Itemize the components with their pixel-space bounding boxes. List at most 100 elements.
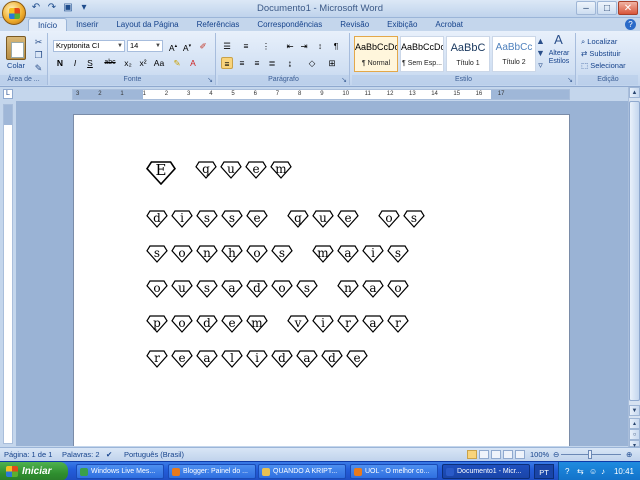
letter-glyph: i xyxy=(362,245,384,263)
prev-page-icon[interactable]: ▴ xyxy=(629,418,640,429)
tab-inicio[interactable]: Início xyxy=(28,18,68,32)
taskbar-item[interactable]: Documento1 - Micr... xyxy=(442,464,530,479)
style-heading-2[interactable]: AaBbCc Título 2 xyxy=(492,36,536,72)
help-tray-icon[interactable]: ? xyxy=(565,462,569,480)
tab-exibicao[interactable]: Exibição xyxy=(378,18,426,32)
outline-icon[interactable] xyxy=(503,450,513,459)
zoom-out-icon[interactable]: ⊖ xyxy=(553,448,559,461)
sort-icon[interactable]: ↕ xyxy=(314,40,326,52)
change-styles-icon[interactable]: A xyxy=(553,33,564,49)
web-layout-icon[interactable] xyxy=(491,450,501,459)
shrink-font-icon[interactable]: A▾ xyxy=(181,40,193,53)
change-case-button[interactable]: Aa xyxy=(152,57,166,69)
zoom-level[interactable]: 100% xyxy=(530,448,549,461)
taskbar-item[interactable]: Blogger: Painel do ... xyxy=(168,464,256,479)
document-page[interactable]: EEquemquemdissedissequequeosossonhossonh… xyxy=(73,114,570,446)
tab-layout[interactable]: Layout da Página xyxy=(107,18,187,32)
bold-button[interactable]: N xyxy=(54,57,66,69)
select-button[interactable]: ⬚ Selecionar xyxy=(581,61,626,70)
shading-icon[interactable]: ◇ xyxy=(306,57,318,69)
browse-object-icon[interactable]: ○ xyxy=(629,429,640,440)
strikethrough-button[interactable]: abc xyxy=(102,57,118,69)
chevron-down-icon[interactable]: ▼ xyxy=(155,41,161,51)
style-heading-1[interactable]: AaBbC Título 1 xyxy=(446,36,490,72)
replace-button[interactable]: ⇄ Substituir xyxy=(581,49,621,58)
tab-inserir[interactable]: Inserir xyxy=(67,18,107,32)
horizontal-ruler[interactable]: 3 2 1 1 2 3 4 5 6 7 8 9 10 11 12 13 14 15 16 17 xyxy=(72,89,570,100)
taskbar-item[interactable]: Windows Live Mes... xyxy=(76,464,164,479)
taskbar-item[interactable]: UOL - O melhor co... xyxy=(350,464,438,479)
tab-correspondencias[interactable]: Correspondências xyxy=(248,18,331,32)
next-page-icon[interactable]: ▾ xyxy=(629,440,640,449)
vertical-scrollbar[interactable]: ▲ ▼ ▴ ○ ▾ xyxy=(628,87,640,449)
borders-icon[interactable]: ⊞ xyxy=(326,57,338,69)
copy-icon[interactable]: ❐ xyxy=(33,50,44,60)
font-launcher-icon[interactable]: ↘ xyxy=(207,76,213,84)
style-no-spacing[interactable]: AaBbCcDc ¶ Sem Esp... xyxy=(400,36,444,72)
full-screen-reading-icon[interactable] xyxy=(479,450,489,459)
bullets-icon[interactable]: ☰ xyxy=(221,40,233,52)
line-spacing-icon[interactable]: ↨ xyxy=(284,57,296,69)
messenger-tray-icon[interactable]: ☺ xyxy=(589,462,597,480)
close-icon[interactable]: ✕ xyxy=(618,1,638,15)
proofing-icon[interactable]: ✔ xyxy=(106,448,112,461)
underline-button[interactable]: S xyxy=(84,57,96,69)
clock[interactable]: 10:41 xyxy=(614,462,634,480)
word-count[interactable]: Palavras: 2 xyxy=(62,448,100,461)
zoom-slider-handle[interactable] xyxy=(588,450,592,459)
numbering-icon[interactable]: ≡ xyxy=(240,40,252,52)
align-right-icon[interactable]: ≡ xyxy=(251,57,263,69)
style-normal[interactable]: AaBbCcDc ¶ Normal xyxy=(354,36,398,72)
find-button[interactable]: ⌕ Localizar xyxy=(581,37,617,47)
clear-format-icon[interactable]: ✐ xyxy=(197,40,209,52)
tab-revisao[interactable]: Revisão xyxy=(331,18,378,32)
multilevel-list-icon[interactable]: ⋮ xyxy=(260,40,272,52)
styles-group-label: Estilo xyxy=(352,75,575,85)
minimize-icon[interactable]: – xyxy=(576,1,596,15)
print-layout-icon[interactable] xyxy=(467,450,477,459)
page-count[interactable]: Página: 1 de 1 xyxy=(4,448,52,461)
volume-icon[interactable]: ♪ xyxy=(601,462,605,480)
scroll-thumb[interactable] xyxy=(629,101,640,401)
font-color-icon[interactable]: A xyxy=(187,57,199,69)
show-marks-icon[interactable]: ¶ xyxy=(330,40,342,52)
chevron-down-icon[interactable]: ▼ xyxy=(117,41,123,51)
font-name-combo[interactable]: Kryptonita CI ▼ xyxy=(53,40,125,52)
scroll-down-icon[interactable]: ▼ xyxy=(629,405,640,416)
justify-icon[interactable]: ≣ xyxy=(266,57,278,69)
office-button[interactable] xyxy=(2,1,26,25)
italic-button[interactable]: I xyxy=(69,57,81,69)
letter-glyph: d xyxy=(246,280,268,298)
maximize-icon[interactable]: □ xyxy=(597,1,617,15)
align-left-icon[interactable]: ≡ xyxy=(221,57,233,69)
tab-selector[interactable]: L xyxy=(3,89,13,99)
language-status[interactable]: Português (Brasil) xyxy=(124,448,184,461)
start-button[interactable]: Iniciar xyxy=(0,462,68,480)
taskbar-item[interactable]: QUANDO A KRIPT... xyxy=(258,464,346,479)
paragraph-launcher-icon[interactable]: ↘ xyxy=(341,76,347,84)
zoom-in-icon[interactable]: ⊕ xyxy=(626,448,632,461)
decrease-indent-icon[interactable]: ⇤ xyxy=(284,40,296,52)
subscript-button[interactable]: x₂ xyxy=(122,57,134,69)
font-size-combo[interactable]: 14 ▼ xyxy=(127,40,163,52)
draft-icon[interactable] xyxy=(515,450,525,459)
help-icon[interactable]: ? xyxy=(625,19,636,30)
format-painter-icon[interactable]: ✎ xyxy=(33,63,44,73)
grow-font-icon[interactable]: A▴ xyxy=(167,40,179,53)
highlight-icon[interactable]: ✎ xyxy=(171,57,183,69)
superscript-button[interactable]: x² xyxy=(137,57,149,69)
paste-button-label[interactable]: Colar xyxy=(3,61,29,70)
increase-indent-icon[interactable]: ⇥ xyxy=(298,40,310,52)
styles-scroll-up-icon[interactable]: ▲ xyxy=(535,36,546,46)
change-styles-label[interactable]: Alterar Estilos xyxy=(545,50,573,66)
styles-launcher-icon[interactable]: ↘ xyxy=(567,76,573,84)
cut-icon[interactable]: ✂ xyxy=(33,37,44,47)
tab-acrobat[interactable]: Acrobat xyxy=(426,18,472,32)
scroll-up-icon[interactable]: ▲ xyxy=(629,87,640,98)
network-icon[interactable]: ⇆ xyxy=(577,462,584,480)
align-center-icon[interactable]: ≡ xyxy=(236,57,248,69)
paste-icon[interactable] xyxy=(6,36,26,60)
vertical-ruler[interactable] xyxy=(3,104,13,444)
language-indicator[interactable]: PT xyxy=(534,464,554,479)
tab-referencias[interactable]: Referências xyxy=(188,18,249,32)
